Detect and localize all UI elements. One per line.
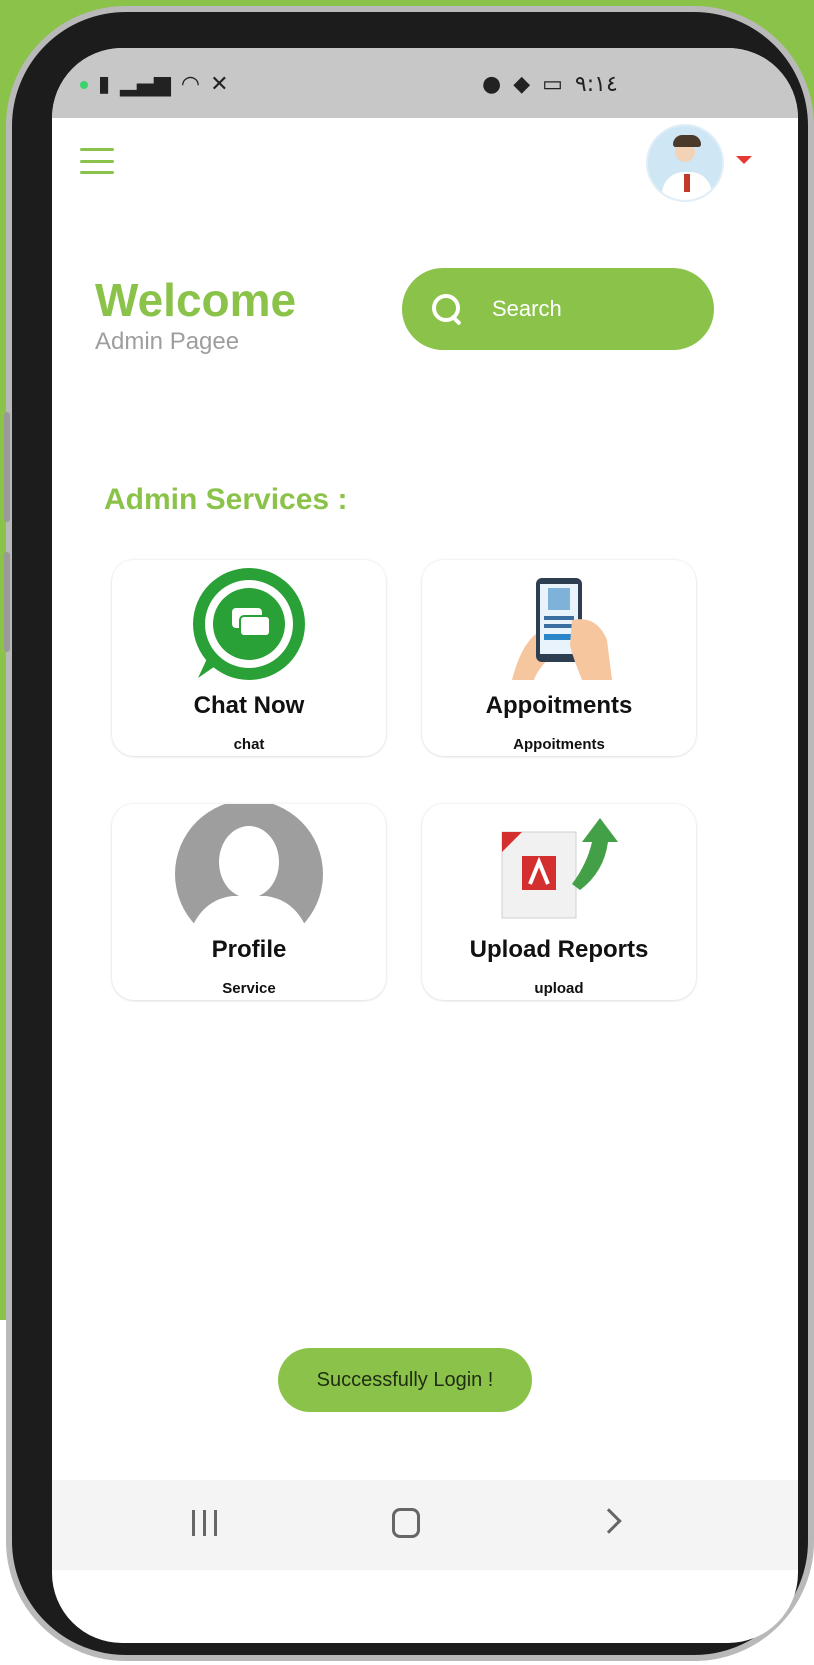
back-icon[interactable] [596,1508,622,1534]
search-placeholder: Search [492,296,562,321]
pdf-upload-icon [501,818,618,919]
status-left-icons: ▮ ▂▄▆ ◠ ✕ [80,72,229,97]
phone-side-button [4,412,10,522]
appointment-phone-icon [512,578,612,680]
login-toast: Successfully Login ! [278,1348,532,1412]
privacy-dot-icon [80,80,88,89]
phone-frame: ▮ ▂▄▆ ◠ ✕ ● ◆ ▭ ٩:١٤ Welcome Admin Pagee [4,6,814,1661]
call-icon: ● [482,72,502,97]
doctor-avatar[interactable] [646,124,724,202]
service-card-upload-reports[interactable]: Upload Reports upload [422,804,696,1000]
app-screen: ▮ ▂▄▆ ◠ ✕ ● ◆ ▭ ٩:١٤ Welcome Admin Pagee [52,48,798,1643]
system-nav-bar [52,1480,798,1570]
welcome-title: Welcome [95,274,297,326]
card-title: Appoitments [485,692,633,719]
card-subtitle: upload [534,980,584,997]
hamburger-icon[interactable] [80,148,114,174]
battery-icon: ▮ [98,72,111,97]
status-bar: ▮ ▂▄▆ ◠ ✕ ● ◆ ▭ ٩:١٤ [52,48,798,118]
phone-side-button [4,552,10,652]
recent-apps-icon[interactable] [192,1510,217,1536]
section-title: Admin Services : [104,483,348,516]
notification-icon: ◆ [513,72,531,97]
service-card-profile[interactable]: Profile Service [112,804,386,1000]
status-time: ٩:١٤ [574,72,618,97]
card-title: Upload Reports [469,936,649,963]
card-subtitle: Service [222,980,276,997]
service-card-appointments[interactable]: Appoitments Appoitments [422,560,696,756]
card-subtitle: Appoitments [513,736,605,753]
card-title: Chat Now [193,692,305,719]
profile-icon [175,804,323,932]
home-icon[interactable] [392,1508,420,1538]
signal-icon: ▂▄▆ [120,72,171,97]
mute-icon: ✕ [210,72,229,97]
status-right-icons: ● ◆ ▭ ٩:١٤ [482,72,618,97]
card-subtitle: chat [233,736,265,753]
card-title: Profile [211,936,287,963]
search-icon [430,292,464,326]
search-button[interactable]: Search [402,268,714,350]
screenshot-icon: ▭ [542,72,563,97]
service-card-chat[interactable]: Chat Now chat [112,560,386,756]
chevron-down-icon[interactable] [736,156,752,164]
wifi-icon: ◠ [180,72,201,97]
welcome-subtitle: Admin Pagee [95,328,240,355]
whatsapp-chat-icon [193,568,305,680]
